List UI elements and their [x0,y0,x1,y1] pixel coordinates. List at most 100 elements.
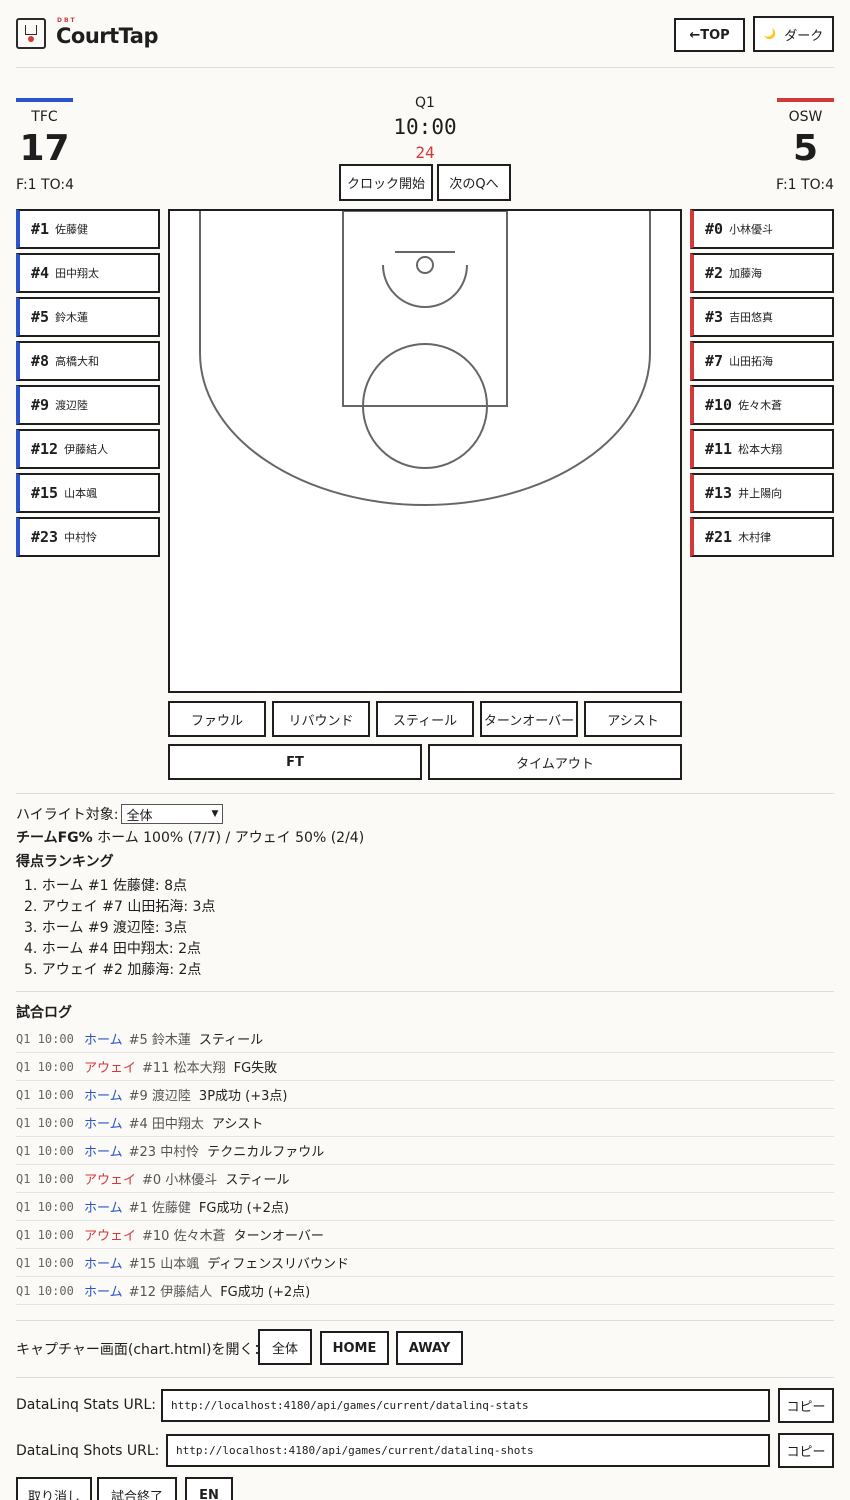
away-player-7[interactable]: #7 山田拓海 [690,341,834,381]
shots-url-label: DataLinq Shots URL: [16,1443,160,1459]
log-player: #15 山本颯 [128,1257,200,1272]
free-throw-button[interactable]: FT [168,744,422,780]
section-divider [16,1377,834,1378]
away-score: 5 [792,128,819,169]
log-player: #11 松本大翔 [142,1061,226,1076]
log-row: Q1 10:00 ホーム #1 佐藤健 FG成功 (+2点) [16,1193,834,1221]
away-player-11[interactable]: #11 松本大翔 [690,429,834,469]
log-row: Q1 10:00 ホーム #12 伊藤結人 FG成功 (+2点) [16,1277,834,1305]
player-name: 高橋大和 [55,355,100,368]
player-name: 佐々木蒼 [738,399,783,412]
log-row: Q1 10:00 ホーム #4 田中翔太 アシスト [16,1109,834,1137]
shots-url-input[interactable]: http://localhost:4180/api/games/current/… [166,1434,770,1467]
home-player-15[interactable]: #15 山本颯 [16,473,160,513]
game-clock: 10:00 [393,115,457,139]
player-number: #0 [705,220,724,238]
log-action: アシスト [211,1117,264,1132]
away-player-21[interactable]: #21 木村律 [690,517,834,557]
moon-icon: 🌙 [763,28,777,40]
home-player-23[interactable]: #23 中村怜 [16,517,160,557]
away-player-2[interactable]: #2 加藤海 [690,253,834,293]
log-player: #5 鈴木蓮 [128,1033,191,1048]
log-team: ホーム [84,1285,123,1300]
player-number: #8 [31,352,50,370]
player-number: #2 [705,264,724,282]
player-name: 鈴木蓮 [55,311,89,324]
log-action: 3P成功 (+3点) [198,1089,288,1104]
section-divider [16,1320,834,1321]
home-player-4[interactable]: #4 田中翔太 [16,253,160,293]
logo-hoop-shape [25,25,37,35]
away-player-13[interactable]: #13 井上陽向 [690,473,834,513]
player-name: 木村律 [738,531,772,544]
brand-title: CourtTap [56,24,159,48]
player-number: #10 [705,396,733,414]
away-player-0[interactable]: #0 小林優斗 [690,209,834,249]
next-quarter-button[interactable]: 次のQへ [437,164,511,201]
home-player-9[interactable]: #9 渡辺陸 [16,385,160,425]
dark-mode-button[interactable]: 🌙 ダーク [753,16,834,52]
end-game-button[interactable]: 試合終了 [97,1477,177,1500]
team-fg-line: チームFG% ホーム 100% (7/7) / アウェイ 50% (2/4) [16,827,364,847]
player-name: 山田拓海 [729,355,774,368]
log-team: ホーム [84,1089,123,1104]
capture-all-button[interactable]: 全体 [258,1329,312,1365]
away-fouls-timeouts: F:1 TO:4 [776,177,834,193]
assist-button[interactable]: アシスト [584,701,682,737]
ranking-item: 1. ホーム #1 佐藤健: 8点 [24,878,187,894]
log-row: Q1 10:00 アウェイ #10 佐々木蒼 ターンオーバー [16,1221,834,1249]
log-team: ホーム [84,1257,123,1272]
log-action: ディフェンスリバウンド [207,1257,350,1272]
log-time: Q1 10:00 [16,1283,74,1298]
team-fg-label: チームFG% [16,830,93,846]
rebound-button[interactable]: リバウンド [272,701,370,737]
away-player-3[interactable]: #3 吉田悠真 [690,297,834,337]
log-player: #12 伊藤結人 [128,1285,213,1300]
home-player-8[interactable]: #8 高橋大和 [16,341,160,381]
home-player-1[interactable]: #1 佐藤健 [16,209,160,249]
log-row: Q1 10:00 ホーム #5 鈴木蓮 スティール [16,1025,834,1053]
header-divider [16,67,834,68]
player-name: 渡辺陸 [55,399,89,412]
copy-shots-url-button[interactable]: コピー [778,1433,834,1468]
log-row: Q1 10:00 アウェイ #0 小林優斗 スティール [16,1165,834,1193]
home-player-5[interactable]: #5 鈴木蓮 [16,297,160,337]
steal-button[interactable]: スティール [376,701,474,737]
start-clock-button[interactable]: クロック開始 [339,164,433,201]
home-fouls-timeouts: F:1 TO:4 [16,177,74,193]
log-player: #4 田中翔太 [128,1117,204,1132]
player-name: 田中翔太 [55,267,100,280]
ranking-item: 2. アウェイ #7 山田拓海: 3点 [24,899,216,915]
hoop [416,256,434,274]
away-player-10[interactable]: #10 佐々木蒼 [690,385,834,425]
copy-stats-url-button[interactable]: コピー [778,1388,834,1423]
log-time: Q1 10:00 [16,1087,74,1102]
log-action: テクニカルファウル [207,1145,325,1160]
home-player-12[interactable]: #12 伊藤結人 [16,429,160,469]
player-name: 佐藤健 [55,223,89,236]
capture-home-button[interactable]: HOME [320,1331,389,1365]
logo-ball-shape [28,36,34,42]
undo-button[interactable]: 取り消し [16,1477,92,1500]
section-divider [16,991,834,992]
stats-url-input[interactable]: http://localhost:4180/api/games/current/… [161,1389,770,1422]
log-action: スティール [198,1033,264,1048]
capture-label: キャプチャー画面(chart.html)を開く： [16,1342,268,1358]
highlight-select[interactable]: 全体 ▼ [121,804,224,824]
log-time: Q1 10:00 [16,1227,74,1242]
top-button[interactable]: ←TOP [674,18,745,52]
ranking-item: 4. ホーム #4 田中翔太: 2点 [24,941,201,957]
turnover-button[interactable]: ターンオーバー [480,701,578,737]
log-row: Q1 10:00 ホーム #15 山本颯 ディフェンスリバウンド [16,1249,834,1277]
log-time: Q1 10:00 [16,1115,74,1130]
log-team: ホーム [84,1033,123,1048]
player-name: 松本大翔 [738,443,783,456]
foul-button[interactable]: ファウル [168,701,266,737]
log-team: ホーム [84,1201,123,1216]
player-number: #1 [31,220,50,238]
language-toggle-button[interactable]: EN [185,1477,233,1500]
court-tap-area[interactable] [168,209,682,693]
ranking-item: 5. アウェイ #2 加藤海: 2点 [24,962,202,978]
capture-away-button[interactable]: AWAY [396,1331,463,1365]
timeout-button[interactable]: タイムアウト [428,744,682,780]
